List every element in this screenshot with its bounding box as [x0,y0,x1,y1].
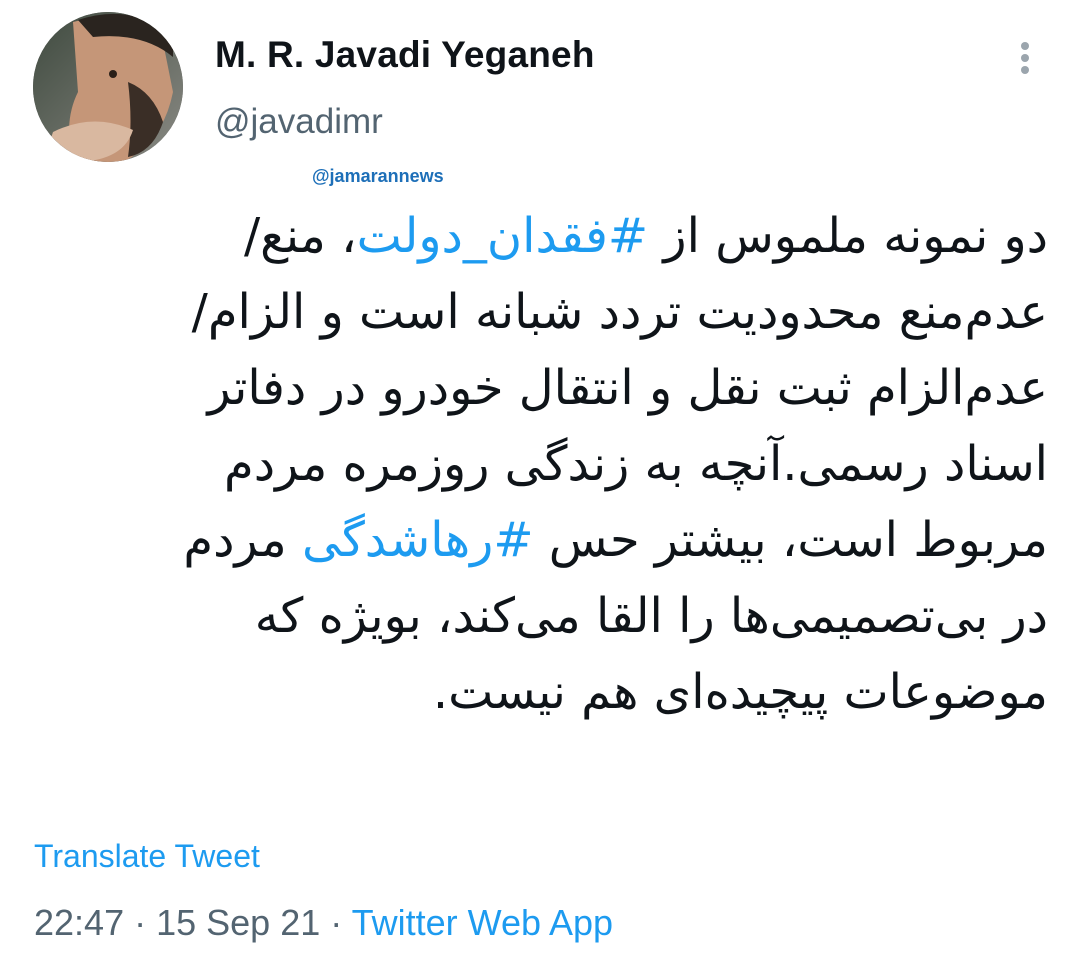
hashtag-link[interactable]: #رهاشدگی [302,512,534,568]
tweet-text: دو نمونه ملموس از #فقدان_دولت، منع/عدم‌م… [30,198,1048,730]
meta-separator: · [320,902,352,943]
tweet-line: عدم‌منع محدودیت تردد شبانه است و الزام/ [30,274,1048,350]
tweet-text-segment: ، منع/ [243,208,357,264]
tweet-line: دو نمونه ملموس از #فقدان_دولت، منع/ [30,198,1048,274]
tweet-line: موضوعات پیچیده‌ای هم نیست. [30,654,1048,730]
tweet-line: اسناد رسمی.آنچه به زندگی روزمره مردم [30,426,1048,502]
more-options-icon[interactable] [1010,38,1040,78]
tweet-line: مربوط است، بیشتر حس #رهاشدگی مردم [30,502,1048,578]
tweet-date[interactable]: 15 Sep 21 [156,902,320,943]
more-dot [1021,66,1029,74]
avatar-photo [33,12,183,162]
tweet-text-segment: مردم [183,512,302,568]
tweet-text-segment: مربوط است، بیشتر حس [533,512,1048,568]
tweet-time[interactable]: 22:47 [34,902,124,943]
hashtag-link[interactable]: #فقدان_دولت [357,208,649,264]
tweet-text-segment: اسناد رسمی.آنچه به زندگی روزمره مردم [223,436,1048,492]
watermark: @jamarannews [312,166,444,186]
avatar[interactable] [33,12,183,162]
tweet-text-segment: دو نمونه ملموس از [648,208,1048,264]
author-handle[interactable]: @javadimr [215,102,383,142]
tweet-text-segment: عدم‌الزام ثبت نقل و انتقال خودرو در دفات… [207,360,1048,416]
tweet-text-segment: در بی‌تصمیمی‌ها را القا می‌کند، بویژه که [254,588,1048,644]
tweet-line: عدم‌الزام ثبت نقل و انتقال خودرو در دفات… [30,350,1048,426]
tweet-text-segment: عدم‌منع محدودیت تردد شبانه است و الزام/ [191,284,1048,340]
translate-tweet-link[interactable]: Translate Tweet [34,838,260,875]
more-dot [1021,42,1029,50]
tweet-meta: 22:47 · 15 Sep 21 · Twitter Web App [34,902,613,944]
tweet-text-segment: موضوعات پیچیده‌ای هم نیست. [432,664,1048,720]
meta-separator: · [124,902,157,943]
more-dot [1021,54,1029,62]
author-display-name[interactable]: M. R. Javadi Yeganeh [215,34,595,76]
tweet-source-link[interactable]: Twitter Web App [352,902,613,943]
tweet-line: در بی‌تصمیمی‌ها را القا می‌کند، بویژه که [30,578,1048,654]
